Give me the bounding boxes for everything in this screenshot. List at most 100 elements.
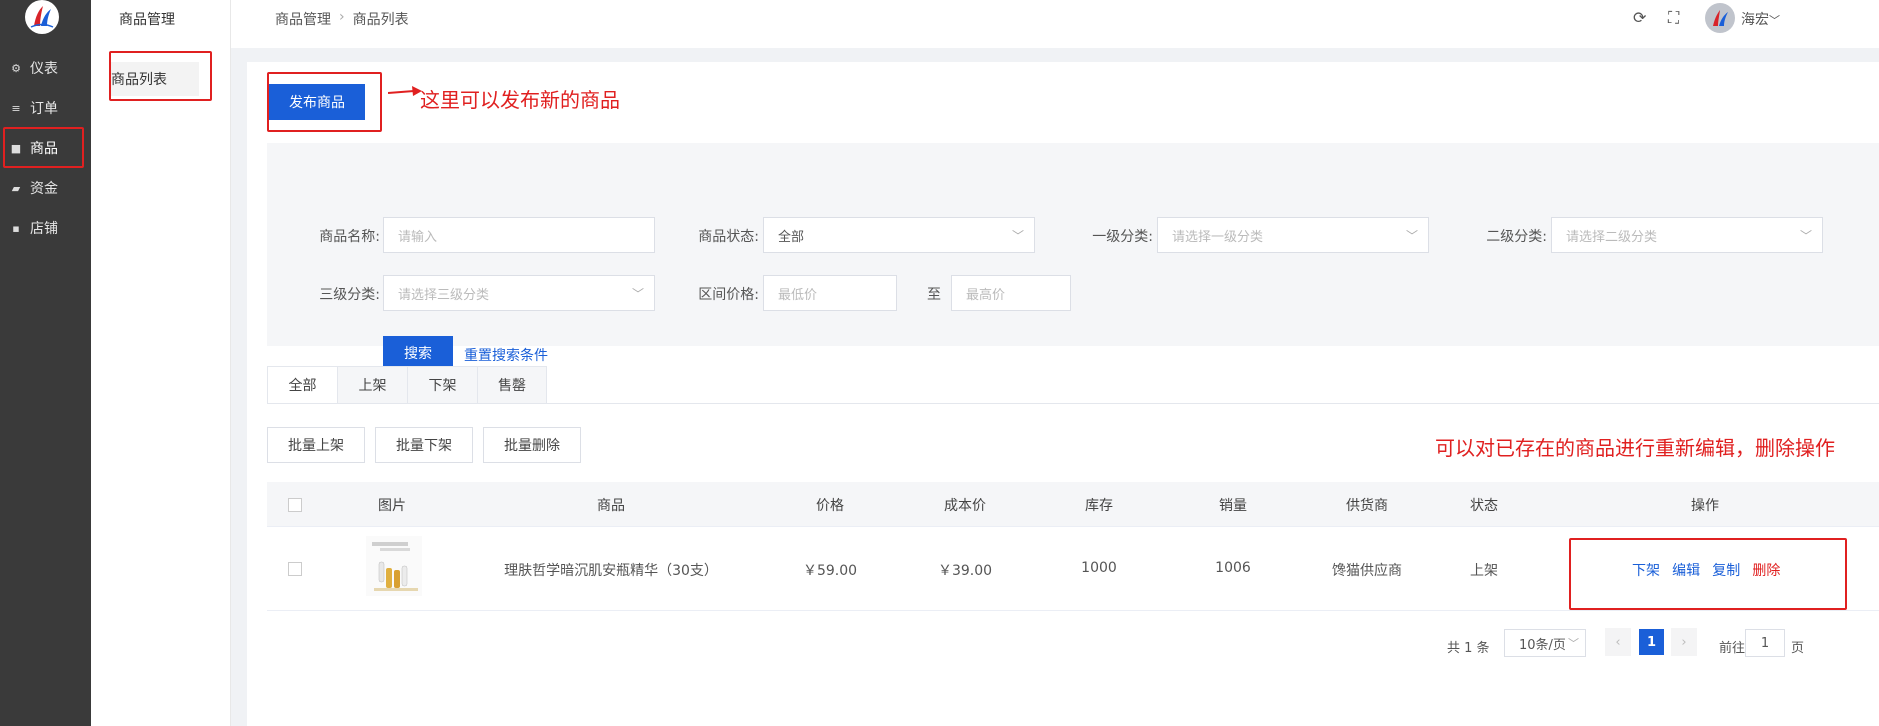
- chevron-down-icon: ﹀: [1405, 229, 1418, 243]
- cat1-select-placeholder: 请选择一级分类: [1172, 229, 1264, 245]
- product-name: 理肤哲学暗沉肌安瓶精华（30支）: [504, 563, 718, 579]
- column-header: 操作: [1691, 498, 1719, 514]
- chevron-down-icon: ﹀: [1769, 14, 1780, 27]
- breadcrumb-item-current: 商品列表: [352, 12, 409, 28]
- highlight-row-actions: [1569, 538, 1847, 610]
- filter-cat1-label: 一级分类:: [1092, 229, 1153, 245]
- column-header: 价格: [816, 498, 844, 514]
- cat2-select[interactable]: 请选择二级分类 ﹀: [1551, 217, 1823, 253]
- main-content: 发布商品 商品名称: 请输入 商品状态: 全部 ﹀ 一级分类: 请选择一级分类 …: [247, 62, 1879, 726]
- price-min-input[interactable]: 最低价: [763, 275, 897, 311]
- breadcrumb-item[interactable]: 商品管理: [275, 9, 331, 29]
- column-header: 销量: [1219, 498, 1247, 514]
- refresh-icon[interactable]: ⟳: [1633, 8, 1646, 27]
- bulk-off-shelf-button[interactable]: 批量下架: [375, 427, 473, 463]
- price-max-input[interactable]: 最高价: [951, 275, 1071, 311]
- status-select-value: 全部: [778, 229, 805, 245]
- list-icon: ≡: [11, 101, 21, 115]
- bulk-on-shelf-button[interactable]: 批量上架: [267, 427, 365, 463]
- cat3-select-placeholder: 请选择三级分类: [398, 287, 490, 303]
- column-header: 商品: [597, 498, 625, 514]
- sidebar-item-dashboard[interactable]: ⚙ 仪表: [0, 49, 91, 87]
- sidebar-item-store[interactable]: ▪ 店铺: [0, 209, 91, 247]
- tab-sold-out[interactable]: 售罄: [477, 366, 547, 404]
- chevron-down-icon: ﹀: [1568, 637, 1579, 650]
- highlight-sidebar-products: [3, 127, 84, 168]
- filter-name-label: 商品名称:: [319, 229, 380, 245]
- goto-suffix: 页: [1791, 641, 1805, 656]
- submenu-title: 商品管理: [119, 12, 175, 28]
- product-price: ￥59.00: [802, 563, 858, 579]
- sidebar-item-label: 店铺: [30, 221, 58, 237]
- select-all-checkbox[interactable]: [288, 498, 302, 512]
- store-icon: ▪: [12, 221, 20, 235]
- page-number-current[interactable]: 1: [1639, 629, 1664, 655]
- column-header: 成本价: [944, 498, 986, 514]
- sidebar-item-label: 订单: [30, 101, 58, 117]
- cat3-select[interactable]: 请选择三级分类 ﹀: [383, 275, 655, 311]
- column-header: 供货商: [1346, 498, 1388, 514]
- avatar-logo-icon: [1713, 10, 1728, 26]
- page-size-value: 10条/页: [1519, 637, 1566, 653]
- filter-status-label: 商品状态:: [698, 229, 759, 245]
- annotation-publish-note: 这里可以发布新的商品: [420, 88, 620, 112]
- price-range-separator: 至: [927, 287, 941, 303]
- bulk-delete-button[interactable]: 批量删除: [483, 427, 581, 463]
- goto-page-input[interactable]: 1: [1745, 629, 1785, 657]
- chevron-down-icon: ﹀: [1799, 229, 1812, 243]
- wallet-icon: ▰: [11, 181, 21, 195]
- fullscreen-icon[interactable]: ⛶: [1668, 8, 1679, 28]
- reset-filters-link[interactable]: 重置搜索条件: [464, 345, 548, 365]
- app-logo[interactable]: [25, 0, 59, 34]
- product-cost: ￥39.00: [937, 563, 993, 579]
- column-header: 库存: [1085, 498, 1113, 514]
- product-supplier: 馋猫供应商: [1332, 563, 1402, 579]
- sidebar-item-label: 仪表: [30, 61, 58, 77]
- sidebar-item-funds[interactable]: ▰ 资金: [0, 169, 91, 207]
- filter-cat2-label: 二级分类:: [1486, 229, 1547, 245]
- filter-panel: 商品名称: 请输入 商品状态: 全部 ﹀ 一级分类: 请选择一级分类 ﹀ 二级分…: [267, 143, 1879, 370]
- page-size-select[interactable]: 10条/页 ﹀: [1504, 629, 1586, 657]
- top-header: 商品管理 › 商品列表 ⟳ ⛶ 海宏﹀: [231, 0, 1879, 48]
- product-status: 上架: [1470, 563, 1498, 579]
- logo-mark-icon: [30, 6, 54, 28]
- filter-price-label: 区间价格:: [698, 287, 759, 303]
- chevron-right-icon: ›: [1681, 634, 1687, 650]
- cat1-select[interactable]: 请选择一级分类 ﹀: [1157, 217, 1429, 253]
- row-checkbox[interactable]: [288, 562, 302, 576]
- chevron-down-icon: ﹀: [1011, 229, 1024, 243]
- tabs-divider: [267, 403, 1879, 404]
- product-sales: 1006: [1215, 560, 1251, 576]
- tab-on-shelf[interactable]: 上架: [337, 366, 407, 404]
- highlight-submenu-item: [109, 51, 212, 101]
- tab-off-shelf[interactable]: 下架: [407, 366, 477, 404]
- product-thumbnail[interactable]: [366, 536, 422, 596]
- product-name-input[interactable]: 请输入: [383, 217, 655, 253]
- goto-prefix: 前往: [1719, 641, 1746, 656]
- chevron-left-icon: ‹: [1615, 634, 1621, 650]
- filter-cat3-label: 三级分类:: [319, 287, 380, 303]
- highlight-publish-button: [267, 72, 382, 132]
- gear-icon: ⚙: [11, 61, 21, 75]
- column-header: 图片: [378, 498, 406, 514]
- main-sidebar: ⚙ 仪表 ≡ 订单 ■ 商品 ▰ 资金 ▪ 店铺: [0, 0, 91, 726]
- annotation-edit-note: 可以对已存在的商品进行重新编辑，删除操作: [1435, 436, 1835, 460]
- search-button[interactable]: 搜索: [383, 336, 453, 370]
- sidebar-item-orders[interactable]: ≡ 订单: [0, 89, 91, 127]
- column-header: 状态: [1470, 498, 1498, 514]
- status-select[interactable]: 全部 ﹀: [763, 217, 1035, 253]
- submenu-panel: 商品管理 商品列表: [91, 0, 231, 726]
- avatar[interactable]: [1705, 3, 1735, 33]
- pagination-total: 共 1 条: [1447, 641, 1490, 656]
- table-header: 图片 商品 价格 成本价 库存 销量 供货商 状态 操作: [267, 482, 1879, 527]
- tab-all[interactable]: 全部: [267, 366, 337, 404]
- chevron-down-icon: ﹀: [631, 287, 644, 301]
- product-image-icon: [372, 542, 418, 591]
- username[interactable]: 海宏﹀: [1741, 9, 1780, 29]
- username-label: 海宏: [1741, 12, 1769, 28]
- breadcrumb-separator-icon: ›: [339, 9, 345, 25]
- prev-page-button[interactable]: ‹: [1605, 628, 1631, 656]
- sidebar-item-label: 资金: [30, 181, 58, 197]
- status-tabs: 全部 上架 下架 售罄: [267, 366, 547, 404]
- next-page-button[interactable]: ›: [1671, 628, 1697, 656]
